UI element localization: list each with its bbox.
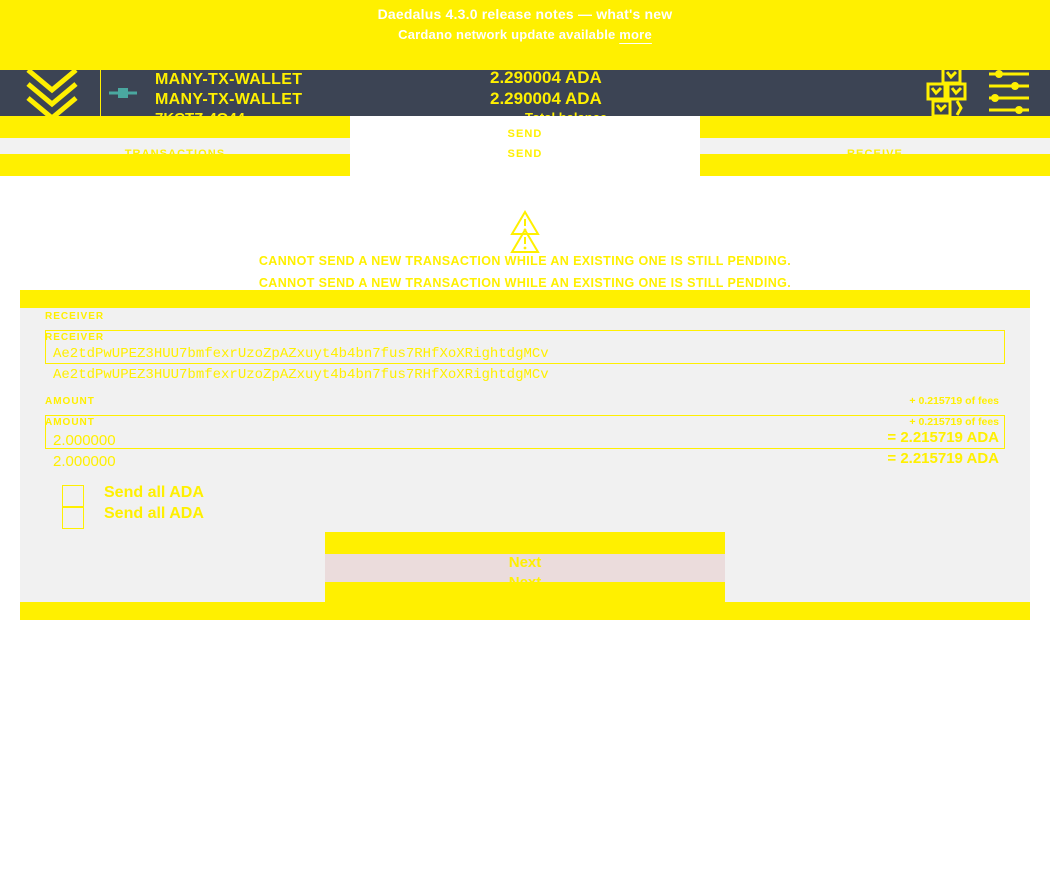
tab-receive[interactable]: RECEIVE RECEIVE [700,116,1050,176]
navbar-balance-amount: 2.290004 ADA [490,70,602,87]
tab-transactions-label: TRANSACTIONS [124,128,226,140]
top-navbar: MANY-TX-WALLET MANY-TX-WALLET 7KCTZ-4Q44… [0,70,1050,116]
warning-icon-stack [0,200,1050,253]
amount-input[interactable] [45,415,1005,449]
amount-fees-text-ghost: + 0.215719 of fees [909,416,999,428]
navbar-wallet-name-ghost: MANY-TX-WALLET [155,91,303,108]
news-banner-subline: Cardano network update available more [0,27,1050,42]
navbar-wallet-name: MANY-TX-WALLET [155,71,303,88]
pending-transaction-warning: CANNOT SEND A NEW TRANSACTION WHILE AN E… [0,200,1050,290]
news-banner-headline: Daedalus 4.3.0 release notes — what's ne… [377,6,673,22]
wallet-tab-bar: TRANSACTIONS TRANSACTIONS SEND SEND RECE… [0,116,1050,176]
receiver-label: RECEIVER [45,311,105,322]
navbar-balance-amount-ghost: 2.290004 ADA [490,89,602,108]
next-button-label: Next [508,554,542,571]
next-button[interactable]: Next Next [325,532,725,602]
amount-label: AMOUNT [45,396,95,407]
send-all-ada-checkbox[interactable] [62,485,84,507]
amount-input-value-ghost: 2.000000 [53,453,116,470]
news-banner[interactable]: Daedalus 4.3.0 release notes — what's ne… [0,0,1050,70]
settings-sliders-icon[interactable] [986,70,1032,116]
daedalus-wallet-window: Daedalus 4.3.0 release notes — what's ne… [0,0,1050,888]
amount-total-text: = 2.215719 ADA [887,429,999,446]
send-form-panel: RECEIVER RECEIVER Ae2tdPwUPEZ3HUU7bmfexr… [20,290,1030,620]
warning-triangle-icon-ghost [510,228,540,259]
navbar-wallet-info[interactable]: MANY-TX-WALLET MANY-TX-WALLET 7KCTZ-4Q44 [145,70,465,116]
tab-receive-label-ghost: RECEIVE [847,148,903,160]
send-all-ada-label: Send all ADA [104,484,204,501]
navbar-balance: 2.290004 ADA 2.290004 ADA Total balance [465,70,890,116]
tab-receive-label: RECEIVE [847,128,903,140]
navbar-icon-group [890,70,1050,116]
amount-total-text-ghost: = 2.215719 ADA [887,450,999,467]
panel-band [20,602,1030,620]
tab-transactions[interactable]: TRANSACTIONS TRANSACTIONS [0,116,350,176]
send-all-ada-checkbox-ghost[interactable] [62,507,84,529]
tab-send-label: SEND [507,128,543,140]
next-button-label-ghost: Next [508,574,542,591]
news-banner-link[interactable]: more [619,27,652,42]
tab-send-label-ghost: SEND [507,148,543,160]
receiver-input-value-ghost: Ae2tdPwUPEZ3HUU7bmfexrUzoZpAZxuyt4b4bn7f… [53,367,549,383]
receiver-input-value: Ae2tdPwUPEZ3HUU7bmfexrUzoZpAZxuyt4b4bn7f… [53,346,549,362]
wallets-sync-icon[interactable] [926,70,972,116]
amount-input-value: 2.000000 [53,432,116,449]
pending-warning-message-ghost: CANNOT SEND A NEW TRANSACTION WHILE AN E… [258,276,792,290]
wallet-switch-icon[interactable] [101,70,145,116]
tab-send[interactable]: SEND SEND [350,116,700,176]
panel-band [20,290,1030,308]
tab-transactions-label-ghost: TRANSACTIONS [124,148,226,160]
send-all-ada-label-ghost: Send all ADA [104,505,204,522]
news-banner-subline-text: Cardano network update available [398,27,616,42]
amount-fees-text: + 0.215719 of fees [909,395,999,407]
daedalus-logo-icon [0,70,100,116]
